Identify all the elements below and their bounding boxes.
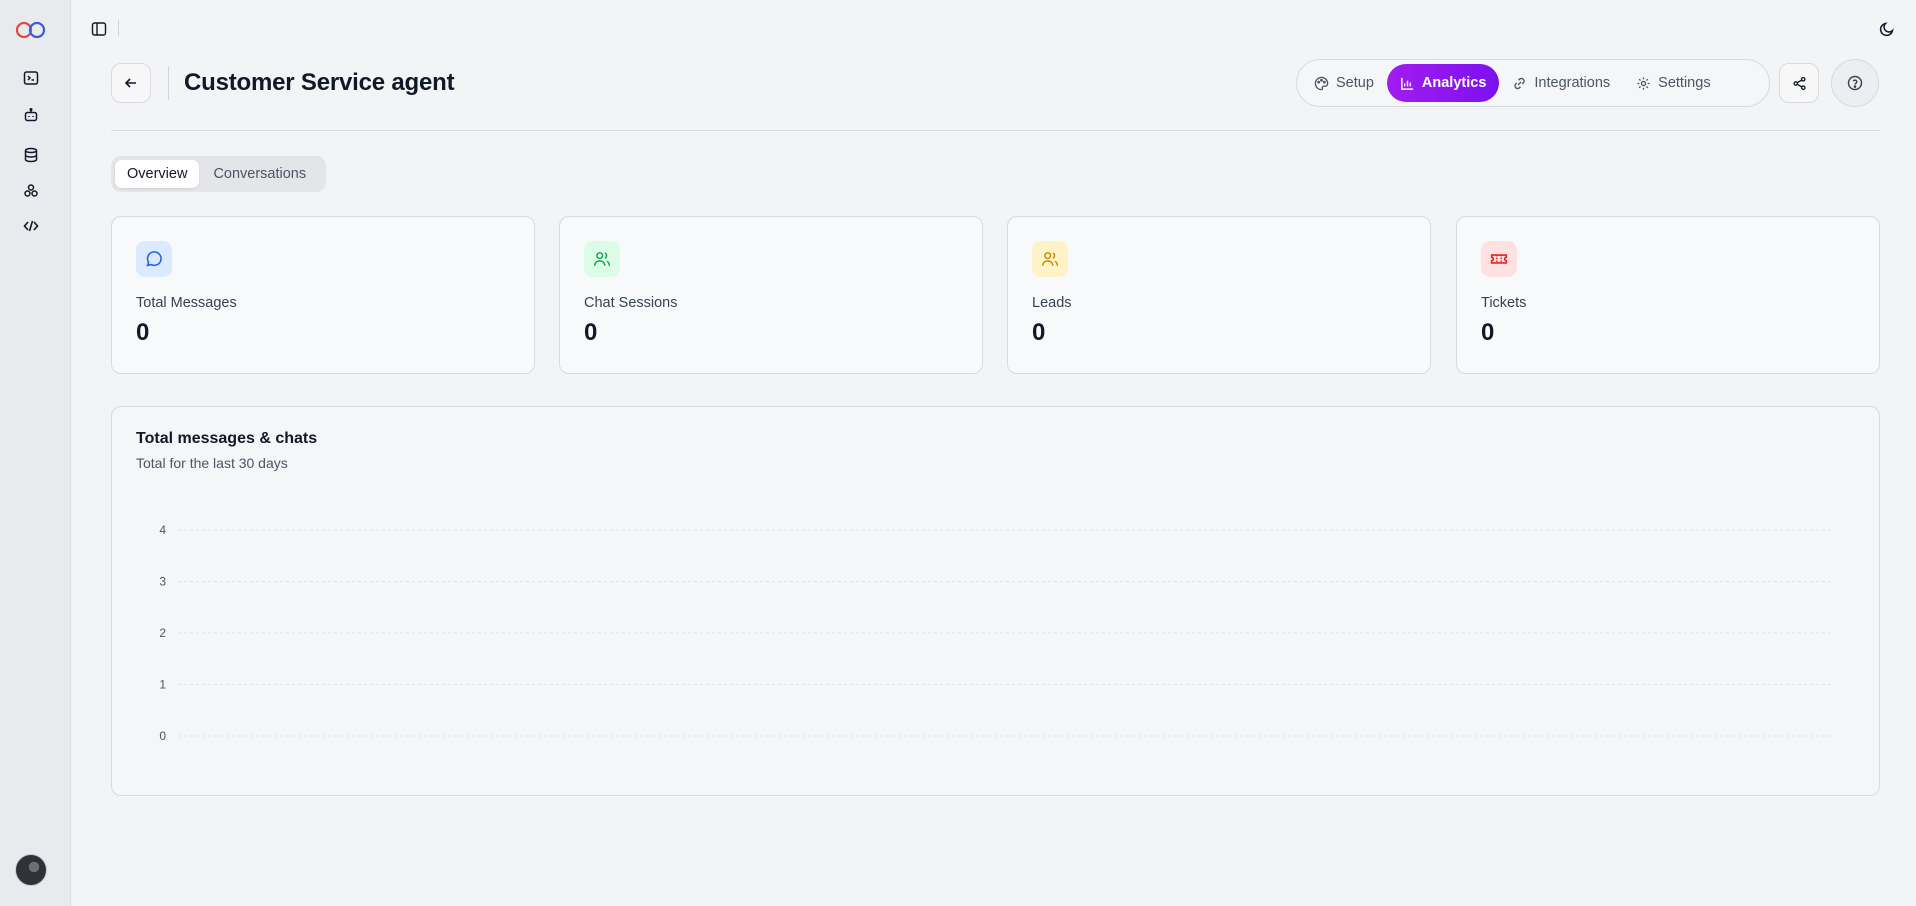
nav-terminal-icon[interactable] <box>19 66 43 90</box>
sidebar-toggle-icon[interactable] <box>88 18 110 40</box>
nav-integrations-icon[interactable] <box>19 179 43 203</box>
tab-analytics-label: Analytics <box>1421 75 1487 91</box>
title-divider <box>168 66 169 100</box>
tab-analytics[interactable]: Analytics <box>1386 64 1500 102</box>
stat-card-chat-sessions: Chat Sessions 0 <box>559 216 983 374</box>
messages-chart-card: Total messages & chats Total for the las… <box>111 406 1880 796</box>
y-tick-label: 0 <box>159 729 166 743</box>
stat-value: 0 <box>1032 319 1046 346</box>
user-avatar[interactable] <box>15 854 47 886</box>
stat-card-leads: Leads 0 <box>1007 216 1431 374</box>
chart-icon <box>1401 77 1414 90</box>
share-icon <box>1792 76 1806 90</box>
stat-value: 0 <box>1481 319 1495 346</box>
stat-card-tickets: Tickets 0 <box>1456 216 1880 374</box>
y-tick-label: 3 <box>159 575 166 589</box>
stat-label: Leads <box>1032 295 1072 311</box>
tab-setup[interactable]: Setup <box>1301 64 1387 102</box>
nav-database-icon[interactable] <box>19 143 43 167</box>
message-circle-icon <box>136 241 172 277</box>
gear-icon <box>1637 76 1650 90</box>
arrow-left-icon <box>124 78 136 88</box>
stat-label: Tickets <box>1481 295 1527 311</box>
nav-code-icon[interactable] <box>19 214 43 238</box>
users-icon <box>1032 241 1068 277</box>
stat-value: 0 <box>584 319 598 346</box>
y-tick-label: 1 <box>159 678 166 692</box>
app-logo[interactable] <box>14 18 48 42</box>
share-button[interactable] <box>1779 63 1819 103</box>
y-tick-label: 4 <box>159 523 166 537</box>
left-rail <box>0 0 71 906</box>
page-title: Customer Service agent <box>184 69 455 96</box>
stat-label: Total Messages <box>136 295 237 311</box>
y-tick-label: 2 <box>159 626 166 640</box>
agent-section-tabs: Setup Analytics Integrations Settings <box>1296 59 1770 107</box>
header-divider <box>111 130 1880 131</box>
help-circle-icon <box>1847 75 1863 91</box>
back-button[interactable] <box>111 63 151 103</box>
theme-toggle-moon-icon[interactable] <box>1876 18 1898 40</box>
ticket-icon <box>1481 241 1517 277</box>
link-icon <box>1514 77 1526 89</box>
messages-chart: 0 1 2 3 4 <box>159 523 1834 743</box>
users-icon <box>584 241 620 277</box>
palette-icon <box>1314 76 1329 90</box>
tab-conversations[interactable]: Conversations <box>201 160 318 188</box>
stat-label: Chat Sessions <box>584 295 678 311</box>
main-panel: Customer Service agent Setup Analytics I… <box>72 0 1916 906</box>
tab-settings-label: Settings <box>1658 75 1711 91</box>
tab-setup-label: Setup <box>1336 75 1374 91</box>
tab-integrations[interactable]: Integrations <box>1499 64 1623 102</box>
tab-integrations-label: Integrations <box>1534 75 1611 91</box>
topbar-divider <box>118 20 119 36</box>
help-button[interactable] <box>1831 59 1879 107</box>
stat-value: 0 <box>136 319 150 346</box>
nav-bot-icon[interactable] <box>19 103 43 127</box>
view-tabs: Overview Conversations <box>111 156 326 192</box>
stat-card-total-messages: Total Messages 0 <box>111 216 535 374</box>
tab-settings[interactable]: Settings <box>1623 64 1723 102</box>
tab-overview[interactable]: Overview <box>115 160 200 188</box>
